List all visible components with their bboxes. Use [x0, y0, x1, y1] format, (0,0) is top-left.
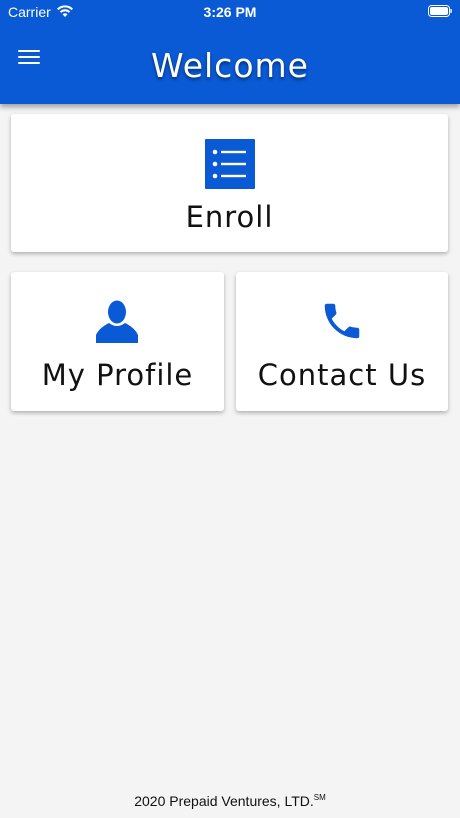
battery-icon: [428, 5, 452, 17]
service-mark: SM: [313, 793, 326, 802]
status-bar: Carrier 3:26 PM: [0, 0, 460, 24]
contact-us-button[interactable]: Contact Us: [236, 272, 448, 411]
page-title: Welcome: [151, 46, 309, 85]
app-header: Carrier 3:26 PM Welcome: [0, 0, 460, 104]
footer-text: 2020 Prepaid Ventures, LTD.: [134, 793, 314, 809]
my-profile-label: My Profile: [41, 358, 194, 392]
enroll-button[interactable]: Enroll: [11, 114, 448, 252]
my-profile-button[interactable]: My Profile: [11, 272, 224, 411]
phone-icon: [324, 303, 360, 339]
enroll-label: Enroll: [185, 200, 274, 234]
footer-copyright: 2020 Prepaid Ventures, LTD.SM: [0, 793, 460, 809]
status-time: 3:26 PM: [203, 4, 257, 20]
contact-us-label: Contact Us: [257, 358, 427, 392]
person-icon: [96, 300, 138, 343]
list-icon: [205, 139, 255, 189]
